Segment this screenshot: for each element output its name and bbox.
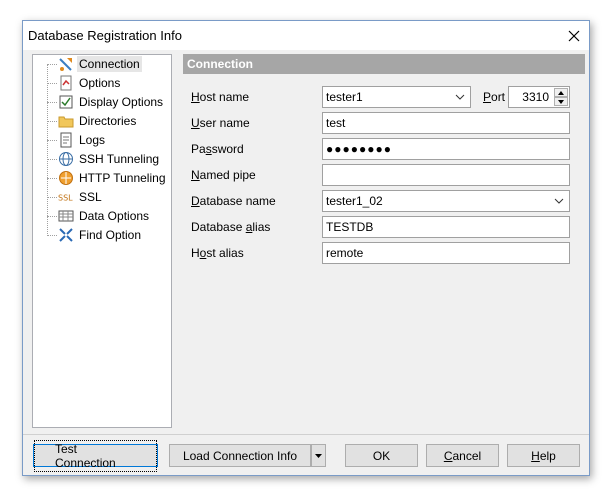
cancel-button[interactable]: Cancel	[426, 444, 499, 467]
dropdown-arrow-icon	[315, 453, 322, 458]
tree-item-data-options[interactable]: Data Options	[33, 207, 171, 226]
port-label: Port	[483, 90, 506, 104]
close-button[interactable]	[559, 21, 589, 50]
globe-icon	[58, 151, 74, 167]
named-pipe-label: Named pipe	[191, 168, 256, 182]
ok-button[interactable]: OK	[345, 444, 418, 467]
arrow-up-icon	[558, 90, 564, 95]
folder-icon	[58, 113, 74, 129]
tree-item-ssl[interactable]: SSL SSL	[33, 188, 171, 207]
host-alias-field[interactable]: remote	[322, 242, 570, 264]
tree-item-label: Options	[79, 76, 121, 90]
tree-item-logs[interactable]: Logs	[33, 131, 171, 150]
tree-item-connection[interactable]: Connection	[33, 55, 171, 74]
user-name-label: User name	[191, 116, 250, 130]
test-connection-button[interactable]: Test Connection	[33, 439, 158, 472]
user-name-field[interactable]: test	[322, 112, 570, 134]
tree-item-label: Logs	[79, 133, 106, 147]
database-alias-label: Database alias	[191, 220, 271, 234]
host-name-label: Host name	[191, 90, 250, 104]
tree-item-label: SSH Tunneling	[79, 152, 160, 166]
connection-icon	[58, 56, 74, 72]
port-decrement-button[interactable]	[554, 97, 568, 106]
chevron-down-icon[interactable]	[552, 194, 566, 208]
tree-item-label: Connection	[77, 56, 142, 72]
host-name-value: tester1	[326, 90, 363, 104]
tree-item-label: SSL	[79, 190, 102, 204]
tree-item-label: Data Options	[79, 209, 150, 223]
chevron-down-icon[interactable]	[453, 90, 467, 104]
find-icon	[58, 227, 74, 243]
logs-icon	[58, 132, 74, 148]
http-icon	[58, 170, 74, 186]
settings-tree[interactable]: Connection Options Display Options Direc…	[32, 54, 172, 428]
tree-item-display-options[interactable]: Display Options	[33, 93, 171, 112]
load-connection-info-button[interactable]: Load Connection Info	[169, 444, 311, 467]
tree-item-options[interactable]: Options	[33, 74, 171, 93]
arrow-down-icon	[558, 99, 564, 104]
host-name-combo[interactable]: tester1	[322, 86, 471, 108]
svg-text:SSL: SSL	[58, 194, 73, 203]
host-alias-label: Host alias	[191, 246, 244, 260]
divider	[23, 434, 589, 435]
panel-header: Connection	[183, 54, 585, 74]
database-registration-dialog: Database Registration Info Connection Op…	[22, 20, 590, 476]
data-options-icon	[58, 208, 74, 224]
display-options-icon	[58, 94, 74, 110]
window-title: Database Registration Info	[28, 28, 182, 43]
tree-item-http-tunneling[interactable]: HTTP Tunneling	[33, 169, 171, 188]
database-name-combo[interactable]: tester1_02	[322, 190, 570, 212]
password-label: Password	[191, 142, 244, 156]
database-name-label: Database name	[191, 194, 276, 208]
tree-item-label: Find Option	[79, 228, 142, 242]
title-bar[interactable]: Database Registration Info	[23, 21, 589, 50]
tree-item-directories[interactable]: Directories	[33, 112, 171, 131]
close-icon	[568, 30, 580, 41]
load-connection-dropdown-button[interactable]	[311, 444, 326, 467]
options-icon	[58, 75, 74, 91]
database-alias-field[interactable]: TESTDB	[322, 216, 570, 238]
panel-title: Connection	[187, 57, 253, 71]
port-spinner[interactable]: 3310	[508, 86, 570, 108]
tree-item-label: Display Options	[79, 95, 164, 109]
port-increment-button[interactable]	[554, 88, 568, 97]
tree-item-ssh-tunneling[interactable]: SSH Tunneling	[33, 150, 171, 169]
password-field[interactable]: ●●●●●●●●	[322, 138, 570, 160]
named-pipe-field[interactable]	[322, 164, 570, 186]
tree-item-label: HTTP Tunneling	[79, 171, 166, 185]
port-value: 3310	[522, 90, 549, 104]
ssl-icon: SSL	[58, 189, 74, 205]
tree-item-find-option[interactable]: Find Option	[33, 226, 171, 245]
help-button[interactable]: Help	[507, 444, 580, 467]
tree-item-label: Directories	[79, 114, 137, 128]
